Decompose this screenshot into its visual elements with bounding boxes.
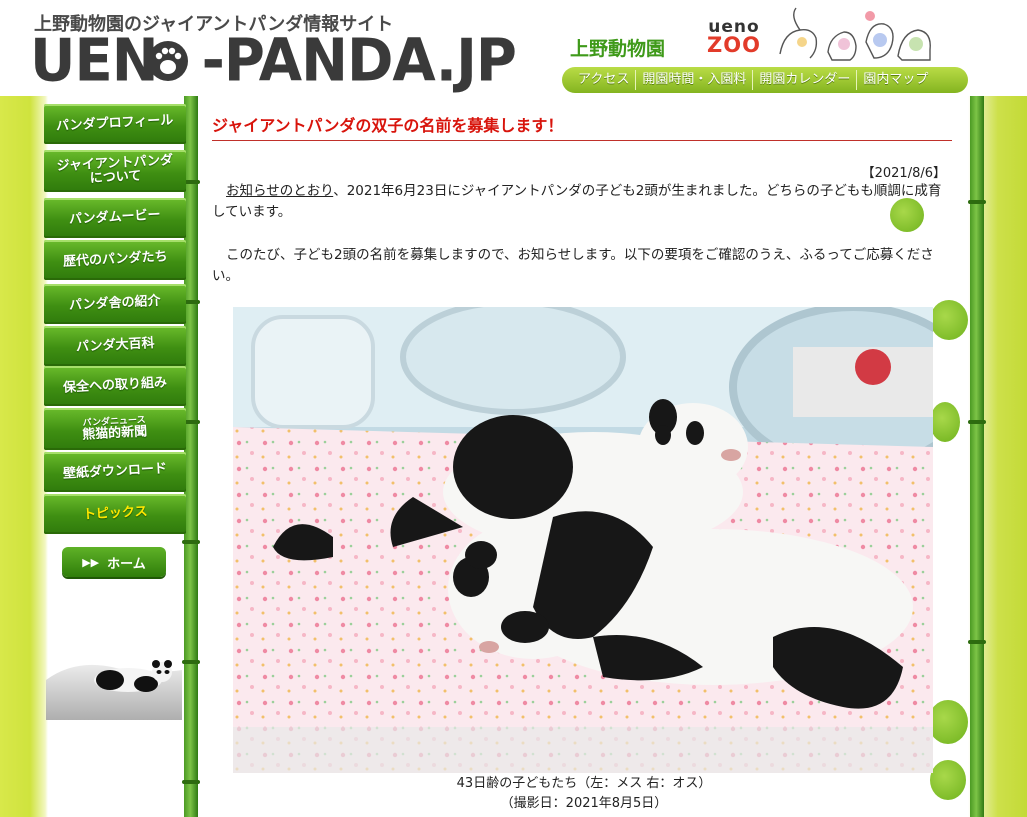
sidebar-item-label: トピックス (82, 504, 148, 523)
home-button[interactable]: ▶▶ ホーム (62, 547, 166, 577)
nav-access[interactable]: アクセス (572, 70, 635, 90)
sidebar-item-label: パンダ舎の紹介 (68, 293, 162, 314)
sidebar-item-label: 歴代のパンダたち (62, 249, 168, 270)
sidebar-item-past-pandas[interactable]: 歴代のパンダたち (44, 240, 186, 280)
article-paragraph-2: このたび、子ども2頭の名前を募集しますので、お知らせします。以下の要項をご確認の… (212, 245, 952, 287)
bamboo-node (968, 200, 986, 204)
site-header: 上野動物園のジャイアントパンダ情報サイト UEN -PANDA.JP 上野動物園 … (0, 0, 1027, 96)
sidebar-item-wallpaper-download[interactable]: 壁紙ダウンロード (44, 452, 186, 492)
sidebar-item-conservation[interactable]: 保全への取り組み (44, 366, 186, 406)
title-divider (212, 140, 952, 141)
bamboo-node (182, 660, 200, 664)
sidebar-item-panda-profile[interactable]: パンダプロフィール (44, 104, 186, 144)
photo-date-caption: （撮影日：2021年8月5日） (500, 796, 668, 811)
zoo-name[interactable]: 上野動物園 (570, 34, 665, 61)
sidebar-item-label: 壁紙ダウンロード (62, 461, 168, 482)
sidebar-item-topics[interactable]: トピックス (44, 494, 186, 534)
right-bamboo-stalk (970, 96, 984, 817)
paw-icon (148, 41, 188, 81)
nav-map[interactable]: 園内マップ (856, 70, 934, 90)
sidebar-item-label: パンダニュース 熊猫的新聞 (82, 415, 148, 442)
panda-twins-photo (233, 307, 933, 773)
left-bamboo-stalk (184, 96, 198, 817)
notice-link[interactable]: お知らせのとおり (226, 183, 333, 199)
bamboo-leaf-cluster (930, 300, 968, 340)
top-navigation: アクセス 開園時間・入園料 開園カレンダー 園内マップ (562, 67, 968, 93)
sidebar-item-label: パンダ大百科 (75, 335, 155, 356)
article-paragraph-1: お知らせのとおり、2021年6月23日にジャイアントパンダの子ども2頭が生まれま… (212, 181, 952, 223)
zoo-logo-line2: ZOO (707, 33, 761, 57)
post-date: 【2021/8/6】 (861, 166, 946, 181)
bamboo-node (182, 780, 200, 784)
sidebar-item-about-giant-panda[interactable]: ジャイアントパンダ について (44, 150, 186, 192)
bamboo-node (968, 420, 986, 424)
sidebar-item-panda-news[interactable]: パンダニュース 熊猫的新聞 (44, 408, 186, 450)
para2-text: このたび、子ども2頭の名前を募集しますので、お知らせします。以下の要項をご確認の… (212, 247, 934, 284)
bamboo-leaf-cluster (928, 700, 968, 744)
page-title: ジャイアントパンダの双子の名前を募集します！ (212, 116, 564, 135)
logo-text-b: -PANDA.JP (201, 26, 517, 96)
photo-caption: 43日齢の子どもたち（左：メス 右：オス） (456, 776, 712, 791)
sidebar-item-label: ジャイアントパンダ について (56, 153, 174, 188)
fast-forward-icon: ▶▶ (82, 555, 100, 569)
sidebar-item-panda-encyclopedia[interactable]: パンダ大百科 (44, 326, 186, 366)
bamboo-node (968, 640, 986, 644)
sidebar-item-label-main: 熊猫的新聞 (82, 424, 149, 443)
sidebar-item-label: パンダプロフィール (55, 112, 174, 135)
site-logo[interactable]: UEN -PANDA.JP (30, 26, 517, 96)
sidebar-item-label-line2: について (89, 168, 142, 187)
home-button-label: ホーム (107, 556, 146, 572)
animals-illustration (779, 7, 931, 61)
sidebar-item-panda-movie[interactable]: パンダムービー (44, 198, 186, 238)
logo-text-a: UEN (30, 26, 159, 96)
sidebar-item-label: パンダムービー (68, 207, 162, 228)
sidebar-item-label: 保全への取り組み (62, 375, 168, 396)
bamboo-node (182, 540, 200, 544)
bamboo-leaf-cluster (930, 402, 960, 442)
sidebar-item-panda-house[interactable]: パンダ舎の紹介 (44, 284, 186, 324)
nav-hours-fees[interactable]: 開園時間・入園料 (635, 70, 752, 90)
ueno-zoo-logo[interactable]: ueno ZOO (700, 18, 768, 58)
panda-lying-thumbnail (46, 660, 182, 720)
nav-calendar[interactable]: 開園カレンダー (752, 70, 856, 90)
